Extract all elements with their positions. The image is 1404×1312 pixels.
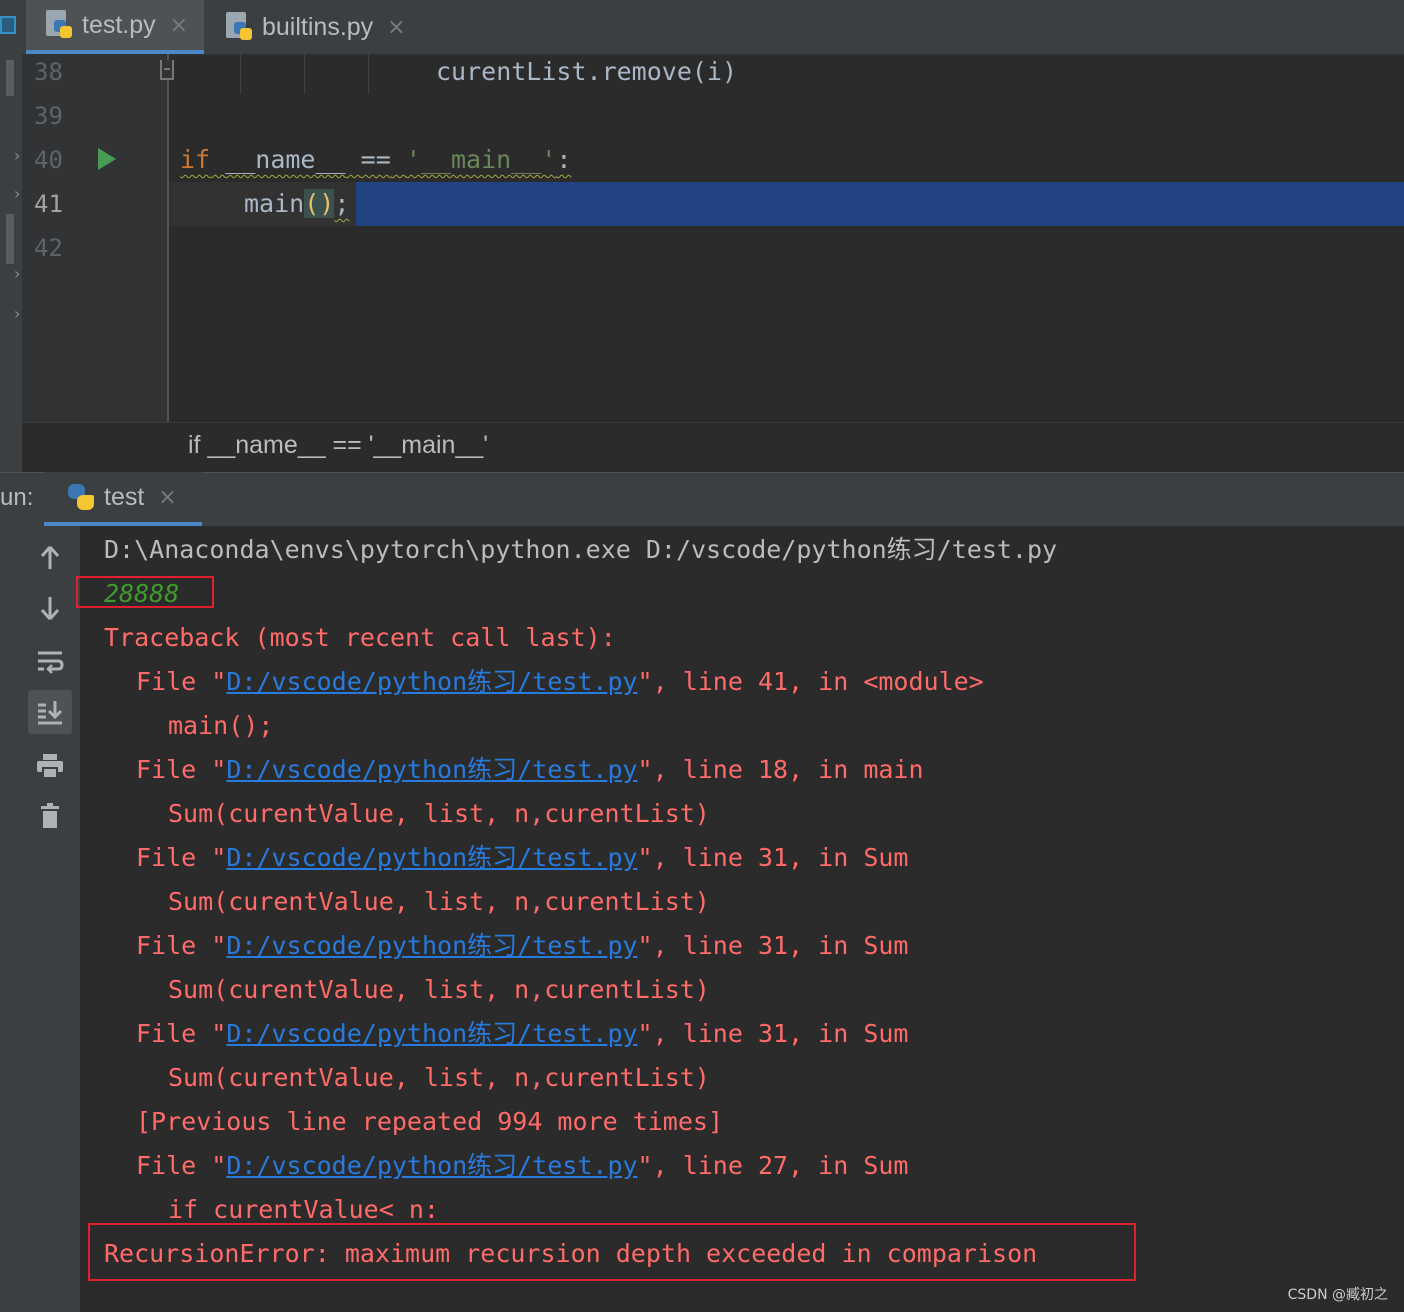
line-number: 40 <box>34 146 63 174</box>
tab-test-py[interactable]: test.py × <box>26 0 204 54</box>
traceback-frame: File "D:/vscode/python练习/test.py", line … <box>136 1012 908 1056</box>
traceback-header: Traceback (most recent call last): <box>104 623 616 652</box>
file-link[interactable]: D:/vscode/python练习/test.py <box>226 843 637 872</box>
print-icon[interactable] <box>28 744 72 788</box>
tab-builtins-py[interactable]: builtins.py × <box>206 0 422 54</box>
file-link[interactable]: D:/vscode/python练习/test.py <box>226 667 637 696</box>
frame-suffix: ", line 41, in <module> <box>637 667 984 696</box>
run-panel-title: un: <box>0 484 34 511</box>
python-icon <box>66 482 96 512</box>
project-toggle[interactable] <box>0 0 24 54</box>
frame-suffix: ", line 31, in Sum <box>637 1019 909 1048</box>
traceback-frame: File "D:/vscode/python练习/test.py", line … <box>136 836 908 880</box>
down-arrow-icon[interactable] <box>28 586 72 630</box>
traceback-code: Sum(curentValue, list, n,curentList) <box>168 1063 710 1092</box>
run-gutter-icon[interactable] <box>98 148 116 170</box>
file-link[interactable]: D:/vscode/python练习/test.py <box>226 1151 637 1180</box>
highlight-box-output <box>76 576 214 608</box>
watermark: CSDN @臧初之 <box>1287 1287 1388 1303</box>
structure-bar[interactable] <box>6 214 14 264</box>
frame-suffix: ", line 31, in Sum <box>637 843 909 872</box>
code-line-41[interactable]: main(); <box>244 182 349 226</box>
file-prefix: File " <box>136 931 227 960</box>
run-panel-header <box>0 472 1404 526</box>
run-tab-test[interactable]: test × <box>44 472 202 526</box>
file-prefix: File " <box>136 1019 227 1048</box>
scroll-to-end-icon[interactable] <box>28 690 72 734</box>
project-icon <box>0 16 16 34</box>
frame-suffix: ", line 31, in Sum <box>637 931 909 960</box>
traceback-code: Sum(curentValue, list, n,curentList) <box>168 887 710 916</box>
line-number-current: 41 <box>34 190 63 218</box>
text-selection <box>356 182 1404 226</box>
python-file-icon <box>46 10 74 40</box>
indent-guide <box>240 54 241 94</box>
call-main: main <box>244 189 305 218</box>
line-number: 38 <box>34 58 63 86</box>
chevron-right-icon: › <box>14 146 21 165</box>
chevron-right-icon: › <box>14 184 21 203</box>
close-icon[interactable]: × <box>387 15 405 40</box>
file-link[interactable]: D:/vscode/python练习/test.py <box>226 931 637 960</box>
chevron-right-icon: › <box>14 264 21 283</box>
frame-suffix: ", line 27, in Sum <box>637 1151 909 1180</box>
file-prefix: File " <box>136 843 227 872</box>
close-icon[interactable]: × <box>170 13 188 38</box>
line-number: 42 <box>34 234 63 262</box>
traceback-repeated: [Previous line repeated 994 more times] <box>136 1107 723 1136</box>
weak-warning-span: if __name__ == '__main__': <box>180 145 571 174</box>
file-prefix: File " <box>136 1151 227 1180</box>
keyword-if: if <box>180 145 211 174</box>
highlight-box-error <box>88 1223 1136 1281</box>
traceback-frame: File "D:/vscode/python练习/test.py", line … <box>136 1144 908 1188</box>
code-text: curentList.remove(i) <box>436 57 738 86</box>
console-command-line: D:\Anaconda\envs\pytorch\python.exe D:/v… <box>104 535 1058 564</box>
breadcrumb-item[interactable]: if __name__ == '__main__' <box>188 431 488 460</box>
gutter-divider <box>167 54 169 422</box>
operator-eq: == <box>360 145 391 174</box>
breadcrumb[interactable]: if __name__ == '__main__' <box>22 422 1404 473</box>
traceback-code: Sum(curentValue, list, n,curentList) <box>168 799 710 828</box>
file-prefix: File " <box>136 667 227 696</box>
tab-label: test.py <box>82 10 156 39</box>
structure-bar[interactable] <box>6 60 14 96</box>
run-side-strip <box>0 526 14 1312</box>
up-arrow-icon[interactable] <box>28 536 72 580</box>
code-line-38[interactable]: curentList.remove(i) <box>436 50 737 94</box>
file-prefix: File " <box>136 755 227 784</box>
file-link[interactable]: D:/vscode/python练习/test.py <box>226 755 637 784</box>
python-file-icon <box>226 12 254 42</box>
tab-label: builtins.py <box>262 12 374 41</box>
code-line-40[interactable]: if __name__ == '__main__': <box>180 138 571 182</box>
indent-guide <box>304 54 305 94</box>
traceback-frame: File "D:/vscode/python练习/test.py", line … <box>136 660 984 704</box>
traceback-code: Sum(curentValue, list, n,curentList) <box>168 975 710 1004</box>
dunder-name: __name__ <box>225 145 346 174</box>
string-main: '__main__' <box>405 145 557 174</box>
matched-parens: () <box>304 189 335 218</box>
colon: : <box>556 145 572 174</box>
soft-wrap-icon[interactable] <box>28 640 72 684</box>
chevron-right-icon: › <box>14 304 21 323</box>
traceback-code: main(); <box>168 711 274 740</box>
indent-guide <box>368 54 369 94</box>
traceback-frame: File "D:/vscode/python练习/test.py", line … <box>136 748 924 792</box>
traceback-frame: File "D:/vscode/python练习/test.py", line … <box>136 924 908 968</box>
run-tab-label: test <box>104 482 145 511</box>
semicolon: ; <box>334 189 350 218</box>
file-link[interactable]: D:/vscode/python练习/test.py <box>226 1019 637 1048</box>
close-icon[interactable]: × <box>158 485 176 510</box>
line-number: 39 <box>34 102 63 130</box>
frame-suffix: ", line 18, in main <box>637 755 924 784</box>
fold-icon[interactable] <box>160 60 174 80</box>
editor-side-strip: › › › › <box>0 54 22 472</box>
trash-icon[interactable] <box>28 794 72 838</box>
